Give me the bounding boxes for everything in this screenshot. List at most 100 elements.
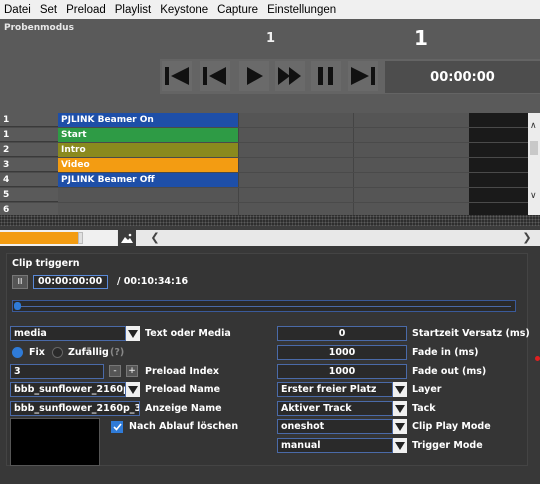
chevron-down-icon[interactable]: [393, 401, 407, 416]
timecode-field[interactable]: 00:00:00:00: [33, 275, 108, 289]
menu-keystone[interactable]: Keystone: [160, 4, 208, 16]
slider-knob[interactable]: [14, 302, 21, 310]
horizontal-scrollbar[interactable]: ❮ ❯: [140, 230, 540, 246]
cue-index: 3: [0, 158, 58, 172]
fade-out-input[interactable]: 1000: [277, 364, 407, 379]
random-radio[interactable]: [52, 347, 63, 358]
media-preview: [10, 418, 100, 466]
skip-to-end-button[interactable]: [348, 61, 378, 91]
cue-index: 2: [0, 143, 58, 157]
cue-cell[interactable]: [469, 173, 528, 187]
start-offset-input[interactable]: 0: [277, 326, 407, 341]
fast-forward-button[interactable]: [275, 61, 305, 91]
cue-cell[interactable]: [238, 143, 353, 157]
menu-capture[interactable]: Capture: [217, 4, 258, 16]
cue-cell[interactable]: [353, 158, 469, 172]
clip-progress-fill: [0, 232, 78, 244]
play-icon: [247, 67, 263, 85]
cue-name[interactable]: Intro: [58, 143, 238, 157]
scroll-up-icon[interactable]: ∧: [530, 121, 537, 131]
trigger-mode-select[interactable]: manual: [277, 438, 393, 453]
cue-cell[interactable]: [353, 143, 469, 157]
play-button[interactable]: [239, 61, 269, 91]
track-select[interactable]: Aktiver Track: [277, 401, 393, 416]
scroll-right-icon[interactable]: ❯: [516, 230, 538, 246]
bottom-area: [0, 466, 540, 484]
cue-name[interactable]: Start: [58, 128, 238, 142]
cue-cell[interactable]: [353, 188, 469, 202]
slider-track: [21, 306, 511, 307]
cue-cell[interactable]: [469, 188, 528, 202]
previous-button[interactable]: [200, 61, 230, 91]
fade-in-label: Fade in (ms): [412, 347, 479, 358]
menu-datei[interactable]: Datei: [4, 4, 31, 16]
random-help[interactable]: (?): [110, 347, 124, 358]
layer-select[interactable]: Erster freier Platz: [277, 382, 393, 397]
previous-icon: [203, 67, 226, 85]
chevron-down-icon[interactable]: [393, 438, 407, 453]
cue-cell[interactable]: [238, 173, 353, 187]
clip-progress-bar: [0, 230, 117, 246]
fast-forward-icon: [278, 67, 301, 85]
cue-name[interactable]: [58, 188, 238, 202]
source-type-select[interactable]: media: [10, 326, 126, 341]
track-label: Tack: [412, 403, 436, 414]
decrement-button[interactable]: -: [109, 365, 121, 377]
clip-pause-button[interactable]: II: [12, 275, 28, 289]
cue-cell[interactable]: [238, 113, 353, 127]
table-row[interactable]: 1 Start: [0, 128, 528, 143]
image-icon[interactable]: [118, 230, 136, 246]
chevron-down-icon[interactable]: [126, 326, 140, 341]
menu-set[interactable]: Set: [40, 4, 57, 16]
cue-cell[interactable]: [238, 188, 353, 202]
skip-to-start-button[interactable]: [162, 61, 192, 91]
table-row[interactable]: 2 Intro: [0, 143, 528, 158]
cue-name[interactable]: PJLINK Beamer On: [58, 113, 238, 127]
preload-name-label: Preload Name: [145, 384, 221, 395]
menu-playlist[interactable]: Playlist: [115, 4, 151, 16]
fade-in-input[interactable]: 1000: [277, 345, 407, 360]
cue-name[interactable]: Video: [58, 158, 238, 172]
scrollbar-thumb[interactable]: [530, 141, 538, 155]
preload-index-label: Preload Index: [145, 366, 220, 377]
scroll-left-icon[interactable]: ❮: [144, 230, 166, 246]
increment-button[interactable]: +: [126, 365, 138, 377]
table-row[interactable]: 3 Video: [0, 158, 528, 173]
chevron-down-icon[interactable]: [126, 382, 140, 397]
cue-index: 4: [0, 173, 58, 187]
delete-after-checkbox[interactable]: [111, 421, 123, 433]
cue-cell[interactable]: [469, 143, 528, 157]
cue-cell[interactable]: [238, 158, 353, 172]
table-row[interactable]: 4 PJLINK Beamer Off: [0, 173, 528, 188]
display-name-input[interactable]: bbb_sunflower_2160p_30fp: [10, 401, 140, 416]
chevron-down-icon[interactable]: [393, 382, 407, 397]
clip-position-slider[interactable]: [12, 300, 516, 312]
cue-index: 1: [0, 113, 58, 127]
table-row[interactable]: 1 PJLINK Beamer On: [0, 113, 528, 128]
cue-table-scrollbar[interactable]: ∧ ∨: [528, 113, 540, 215]
cue-cell[interactable]: [238, 128, 353, 142]
cue-cell[interactable]: [469, 128, 528, 142]
preload-name-select[interactable]: bbb_sunflower_2160p_3: [10, 382, 126, 397]
cue-cell[interactable]: [353, 173, 469, 187]
status-dot: [535, 356, 540, 361]
delete-after-label: Nach Ablauf löschen: [129, 421, 239, 432]
cue-name[interactable]: PJLINK Beamer Off: [58, 173, 238, 187]
clip-trigger-title: Clip triggern: [12, 258, 80, 269]
cue-cell[interactable]: [353, 113, 469, 127]
pause-button[interactable]: [311, 61, 341, 91]
menu-preload[interactable]: Preload: [66, 4, 106, 16]
cue-cell[interactable]: [353, 128, 469, 142]
cue-cell[interactable]: [469, 113, 528, 127]
cue-cell[interactable]: [469, 158, 528, 172]
chevron-down-icon[interactable]: [393, 419, 407, 434]
pause-icon: [318, 67, 333, 85]
table-row[interactable]: 5: [0, 188, 528, 203]
clip-progress-knob[interactable]: [78, 232, 83, 244]
play-mode-select[interactable]: oneshot: [277, 419, 393, 434]
preload-index-input[interactable]: 3: [10, 364, 104, 379]
fix-radio[interactable]: [12, 347, 23, 358]
menu-einstellungen[interactable]: Einstellungen: [267, 4, 336, 16]
scroll-down-icon[interactable]: ∨: [530, 191, 537, 201]
splitter-handle[interactable]: [0, 215, 540, 226]
